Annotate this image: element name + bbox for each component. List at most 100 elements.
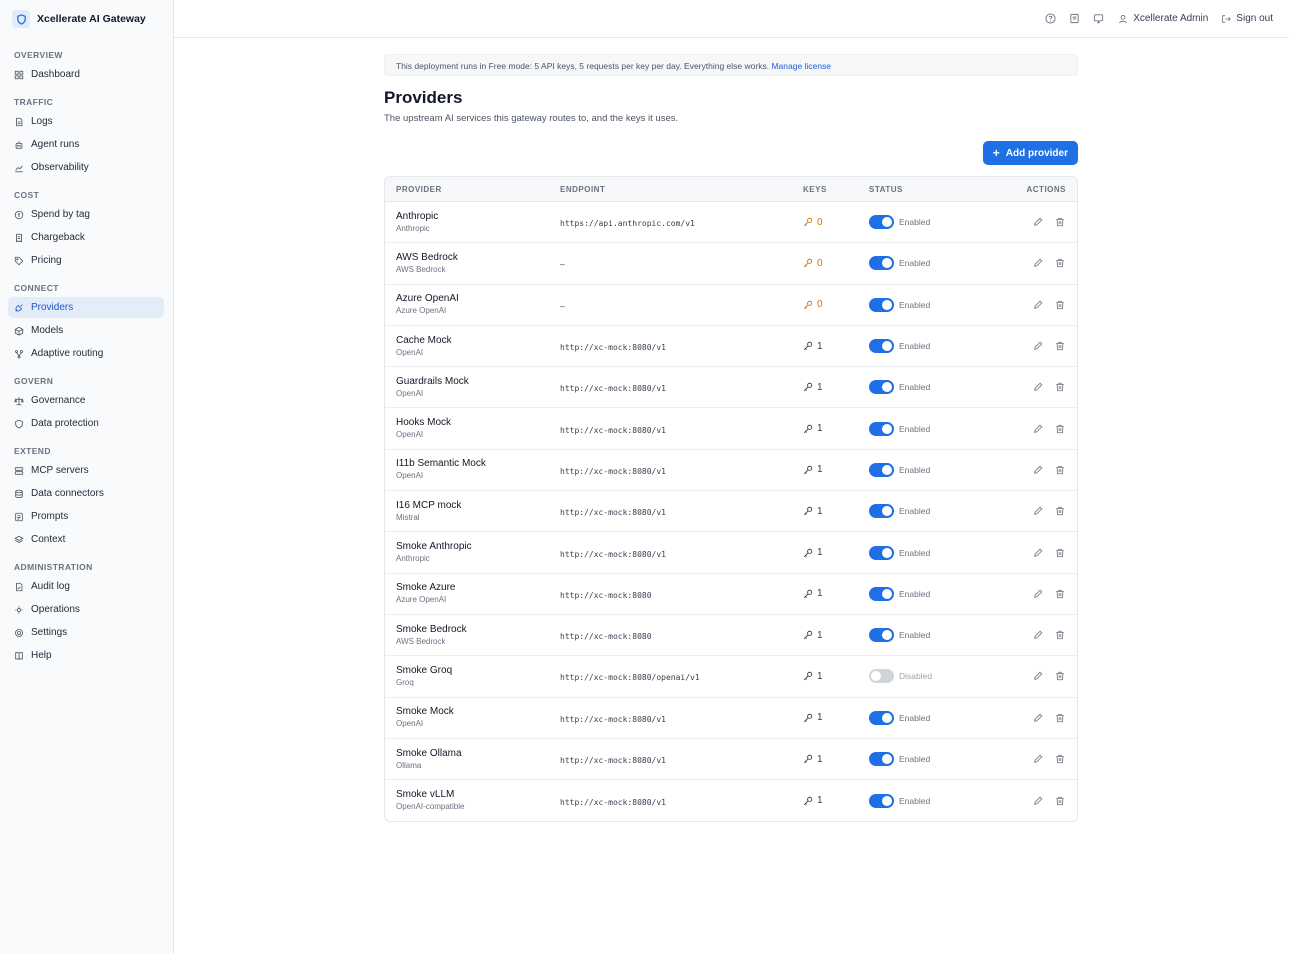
trash-icon[interactable] [1054,464,1066,476]
edit-icon[interactable] [1032,505,1044,517]
edit-icon[interactable] [1032,588,1044,600]
sidebar-item-audit-log[interactable]: Audit log [8,576,164,597]
trash-icon[interactable] [1054,629,1066,641]
sidebar-item-data-connectors[interactable]: Data connectors [8,483,164,504]
trash-icon[interactable] [1054,340,1066,352]
table-row[interactable]: Smoke vLLM OpenAI-compatible http://xc-moc… [385,780,1077,821]
status-toggle[interactable] [869,669,894,684]
table-row[interactable]: Smoke Anthropic Anthropic http://xc-mock:8… [385,532,1077,574]
table-row[interactable]: Smoke Ollama Ollama http://xc-mock:8080/v1… [385,739,1077,781]
table-row[interactable]: Smoke Bedrock AWS Bedrock http://xc-mock:8… [385,615,1077,657]
table-row[interactable]: Cache Mock OpenAI http://xc-mock:8080/v1 1 E… [385,326,1077,368]
keys-count[interactable]: 1 [803,547,869,558]
monitor-icon[interactable] [1092,13,1104,25]
notes-icon[interactable] [1068,13,1080,25]
trash-icon[interactable] [1054,753,1066,765]
status-toggle[interactable] [869,256,894,271]
sidebar-item-mcp-servers[interactable]: MCP servers [8,460,164,481]
status-toggle[interactable] [869,421,894,436]
status-toggle[interactable] [869,462,894,477]
table-row[interactable]: Smoke Azure Azure OpenAI http://xc-mock:80… [385,574,1077,615]
edit-icon[interactable] [1032,216,1044,228]
trash-icon[interactable] [1054,381,1066,393]
sidebar-item-governance[interactable]: Governance [8,390,164,411]
table-row[interactable]: I11b Semantic Mock OpenAI http://xc-mock:8… [385,450,1077,492]
sidebar-item-context[interactable]: Context [8,529,164,550]
sidebar-item-logs[interactable]: Logs [8,111,164,132]
edit-icon[interactable] [1032,547,1044,559]
sidebar-item-providers[interactable]: Providers [8,297,164,318]
edit-icon[interactable] [1032,629,1044,641]
edit-icon[interactable] [1032,712,1044,724]
keys-count[interactable]: 1 [803,630,869,641]
user-menu[interactable]: Xcellerate Admin [1117,13,1208,25]
help-circle-icon[interactable] [1044,13,1056,25]
keys-count[interactable]: 1 [803,754,869,765]
sidebar-item-data-protection[interactable]: Data protection [8,413,164,434]
sign-out-button[interactable]: Sign out [1220,13,1273,25]
status-toggle[interactable] [869,710,894,725]
edit-icon[interactable] [1032,753,1044,765]
add-provider-button[interactable]: + Add provider [982,141,1078,165]
sidebar-item-adaptive-routing[interactable]: Adaptive routing [8,343,164,364]
edit-icon[interactable] [1032,464,1044,476]
trash-icon[interactable] [1054,299,1066,311]
table-row[interactable]: Smoke Mock OpenAI http://xc-mock:8080/v1 1 E… [385,698,1077,739]
sidebar-item-chargeback[interactable]: Chargeback [8,227,164,248]
sidebar-item-prompts[interactable]: Prompts [8,506,164,527]
edit-icon[interactable] [1032,257,1044,269]
keys-count[interactable]: 1 [803,712,869,723]
table-row[interactable]: Guardrails Mock OpenAI http://xc-mock:8080… [385,367,1077,409]
edit-icon[interactable] [1032,299,1044,311]
edit-icon[interactable] [1032,340,1044,352]
sidebar-item-help[interactable]: Help [8,645,164,666]
keys-count[interactable]: 0 [803,299,869,310]
table-row[interactable]: Smoke Groq Groq http://xc-mock:8080/openai… [385,656,1077,698]
keys-count[interactable]: 1 [803,341,869,352]
status-toggle[interactable] [869,380,894,395]
keys-count[interactable]: 1 [803,795,869,806]
table-row[interactable]: I16 MCP mock Mistral http://xc-mock:8080/v… [385,491,1077,533]
status-toggle[interactable] [869,586,894,601]
trash-icon[interactable] [1054,505,1066,517]
status-toggle[interactable] [869,793,894,808]
table-row[interactable]: Hooks Mock OpenAI http://xc-mock:8080/v1 1 E… [385,408,1077,450]
status-toggle[interactable] [869,215,894,230]
edit-icon[interactable] [1032,381,1044,393]
trash-icon[interactable] [1054,216,1066,228]
edit-icon[interactable] [1032,670,1044,682]
table-row[interactable]: AWS Bedrock AWS Bedrock –0 Enabled [385,243,1077,285]
sidebar-item-spend-by-tag[interactable]: Spend by tag [8,204,164,225]
keys-count[interactable]: 1 [803,423,869,434]
trash-icon[interactable] [1054,795,1066,807]
table-row[interactable]: Azure OpenAI Azure OpenAI –0 Enabled [385,285,1077,326]
brand[interactable]: Xcellerate AI Gateway [0,0,173,38]
keys-count[interactable]: 1 [803,671,869,682]
sidebar-item-observability[interactable]: Observability [8,157,164,178]
sidebar-item-agent-runs[interactable]: Agent runs [8,134,164,155]
sidebar-item-dashboard[interactable]: Dashboard [8,64,164,85]
edit-icon[interactable] [1032,423,1044,435]
status-toggle[interactable] [869,297,894,312]
sidebar-item-models[interactable]: Models [8,320,164,341]
trash-icon[interactable] [1054,257,1066,269]
trash-icon[interactable] [1054,547,1066,559]
status-toggle[interactable] [869,628,894,643]
trash-icon[interactable] [1054,670,1066,682]
keys-count[interactable]: 0 [803,258,869,269]
sidebar-item-settings[interactable]: Settings [8,622,164,643]
keys-count[interactable]: 0 [803,217,869,228]
status-toggle[interactable] [869,545,894,560]
keys-count[interactable]: 1 [803,382,869,393]
trash-icon[interactable] [1054,588,1066,600]
status-toggle[interactable] [869,504,894,519]
sidebar-item-operations[interactable]: Operations [8,599,164,620]
edit-icon[interactable] [1032,795,1044,807]
table-row[interactable]: Anthropic Anthropic https://api.anthropic.… [385,202,1077,244]
keys-count[interactable]: 1 [803,588,869,599]
trash-icon[interactable] [1054,423,1066,435]
sidebar-item-pricing[interactable]: Pricing [8,250,164,271]
keys-count[interactable]: 1 [803,464,869,475]
status-toggle[interactable] [869,752,894,766]
status-toggle[interactable] [869,339,894,354]
